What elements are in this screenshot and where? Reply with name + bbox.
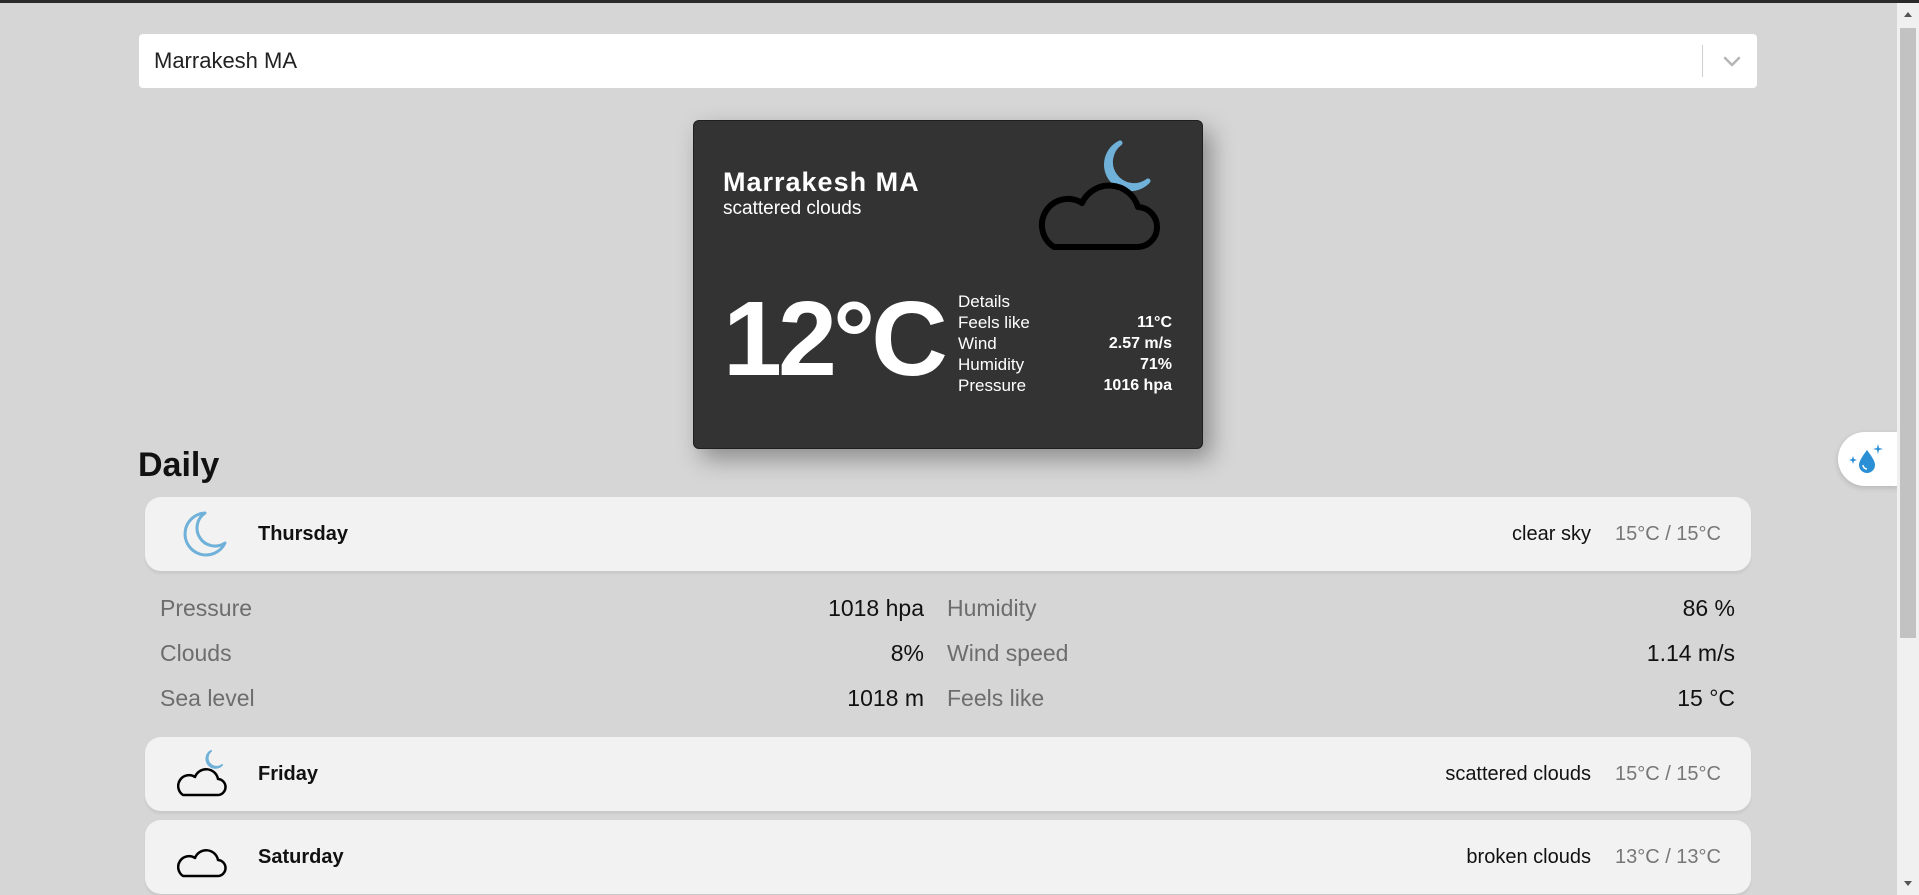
moon-icon bbox=[177, 507, 231, 561]
day-details-left: Pressure 1018 hpa Clouds 8% Sea level 10… bbox=[160, 588, 924, 723]
details-title: Details bbox=[958, 292, 1010, 311]
current-details: Details Feels like 11°C Wind 2.57 m/s Hu… bbox=[958, 291, 1172, 396]
details-header: Details bbox=[958, 291, 1172, 312]
detail-label: Humidity bbox=[958, 355, 1025, 374]
day-detail-value: 15 °C bbox=[1677, 685, 1735, 711]
daily-item-saturday[interactable]: Saturday broken clouds 13°C / 13°C bbox=[145, 820, 1751, 894]
detail-label: Pressure bbox=[958, 376, 1027, 395]
scroll-down-icon[interactable] bbox=[1901, 876, 1915, 890]
day-description: clear sky bbox=[1512, 523, 1591, 545]
day-detail-label: Sea level bbox=[160, 685, 255, 711]
day-name: Friday bbox=[258, 763, 319, 785]
day-detail-label: Pressure bbox=[160, 595, 253, 621]
floating-widget-button[interactable] bbox=[1838, 432, 1898, 486]
current-weather-card: Marrakesh MA scattered clouds 12°C Detai… bbox=[693, 120, 1203, 449]
day-detail-row: Pressure 1018 hpa bbox=[160, 588, 924, 633]
current-city: Marrakesh MA bbox=[723, 167, 920, 197]
cloud-icon bbox=[176, 830, 231, 884]
detail-row: Humidity 71% bbox=[958, 354, 1172, 375]
day-detail-label: Humidity bbox=[947, 595, 1037, 621]
detail-value: 1016 hpa bbox=[1103, 377, 1172, 394]
day-detail-label: Feels like bbox=[947, 685, 1045, 711]
day-summary: broken clouds 13°C / 13°C bbox=[1466, 820, 1721, 894]
detail-label: Feels like bbox=[958, 313, 1030, 332]
day-detail-value: 1018 hpa bbox=[828, 595, 924, 621]
day-detail-row: Feels like 15 °C bbox=[947, 678, 1735, 723]
day-summary: clear sky 15°C / 15°C bbox=[1512, 497, 1721, 571]
day-detail-value: 86 % bbox=[1682, 595, 1735, 621]
day-detail-row: Humidity 86 % bbox=[947, 588, 1735, 633]
current-description: scattered clouds bbox=[723, 198, 862, 219]
city-search-select[interactable]: Marrakesh MA bbox=[139, 34, 1757, 88]
day-description: scattered clouds bbox=[1445, 763, 1591, 785]
day-name: Thursday bbox=[258, 523, 349, 545]
moon-cloud-icon bbox=[1034, 135, 1174, 265]
page-scrollbar[interactable] bbox=[1897, 3, 1919, 895]
moon-cloud-icon bbox=[176, 747, 231, 801]
detail-label: Wind bbox=[958, 334, 997, 353]
select-separator bbox=[1702, 45, 1703, 77]
day-detail-row: Wind speed 1.14 m/s bbox=[947, 633, 1735, 678]
detail-value: 2.57 m/s bbox=[1108, 335, 1172, 352]
day-detail-value: 1018 m bbox=[847, 685, 924, 711]
top-border bbox=[0, 0, 1919, 3]
day-detail-row: Clouds 8% bbox=[160, 633, 924, 678]
detail-value: 11°C bbox=[1137, 314, 1172, 331]
current-temperature: 12°C bbox=[723, 280, 948, 398]
day-detail-label: Wind speed bbox=[947, 640, 1069, 666]
day-detail-label: Clouds bbox=[160, 640, 232, 666]
day-temps: 15°C / 15°C bbox=[1614, 763, 1721, 785]
day-detail-row: Sea level 1018 m bbox=[160, 678, 924, 723]
daily-item-thursday[interactable]: Thursday clear sky 15°C / 15°C bbox=[145, 497, 1751, 571]
day-temps: 13°C / 13°C bbox=[1614, 846, 1721, 868]
chevron-down-icon[interactable] bbox=[1719, 49, 1745, 73]
day-detail-value: 1.14 m/s bbox=[1646, 640, 1735, 666]
day-summary: scattered clouds 15°C / 15°C bbox=[1445, 737, 1721, 811]
city-search-value[interactable]: Marrakesh MA bbox=[154, 34, 297, 88]
day-description: broken clouds bbox=[1466, 846, 1591, 868]
daily-item-friday[interactable]: Friday scattered clouds 15°C / 15°C bbox=[145, 737, 1751, 811]
scrollbar-thumb[interactable] bbox=[1900, 28, 1916, 638]
detail-value: 71% bbox=[1139, 356, 1172, 373]
day-temps: 15°C / 15°C bbox=[1614, 523, 1721, 545]
day-name: Saturday bbox=[258, 846, 344, 868]
detail-row: Wind 2.57 m/s bbox=[958, 333, 1172, 354]
day-detail-value: 8% bbox=[890, 640, 924, 666]
detail-row: Pressure 1016 hpa bbox=[958, 375, 1172, 396]
daily-heading: Daily bbox=[138, 446, 220, 484]
scroll-up-icon[interactable] bbox=[1901, 8, 1915, 22]
day-details-right: Humidity 86 % Wind speed 1.14 m/s Feels … bbox=[947, 588, 1735, 723]
detail-row: Feels like 11°C bbox=[958, 312, 1172, 333]
